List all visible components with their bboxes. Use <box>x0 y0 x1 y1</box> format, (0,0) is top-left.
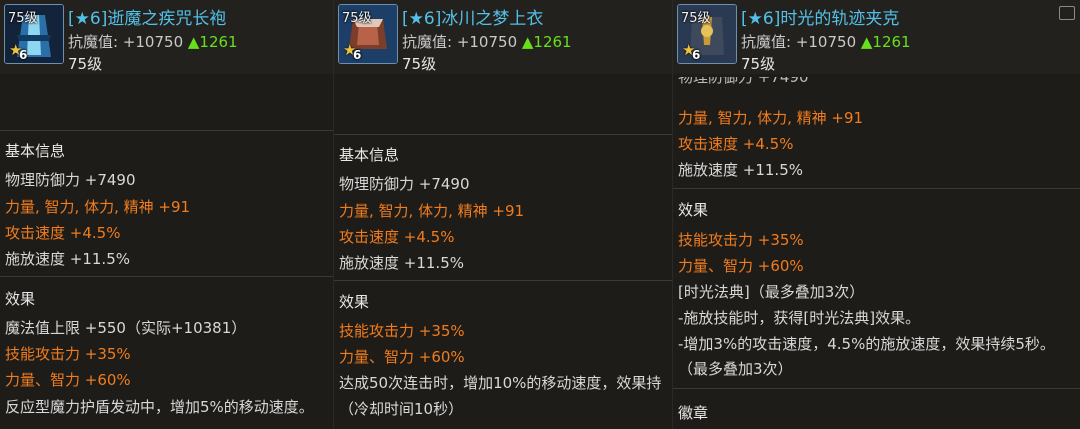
effect-line: 力量、智力 +60% <box>678 257 804 275</box>
resist-line: 抗魔值: +10750 ▲1261 <box>741 31 911 52</box>
resist-label: 抗魔值: +10750 <box>741 33 857 51</box>
star-count: 6 <box>692 48 701 62</box>
star-count: 6 <box>353 48 362 62</box>
section-effect: 效果 <box>678 201 709 219</box>
item-header: 75级 ★ 6 [★6]时光的轨迹夹克 抗魔值: +10750 ▲1261 75… <box>673 0 1080 74</box>
jacket-icon[interactable]: 75级 ★ 6 <box>677 4 737 64</box>
item-title: [★6]冰川之梦上衣 <box>402 9 544 29</box>
stat-line: 物理防御力 +7490 <box>5 171 136 189</box>
resist-up: ▲1261 <box>860 33 911 51</box>
item-title: [★6]时光的轨迹夹克 <box>741 9 900 29</box>
effect-line: （冷却时间10秒） <box>339 400 464 418</box>
section-effect: 效果 <box>339 293 370 311</box>
effect-line: [时光法典]（最多叠加3次） <box>678 283 865 301</box>
stat-line: 施放速度 +11.5% <box>339 254 464 272</box>
section-basic-info: 基本信息 <box>339 146 400 164</box>
stat-line-clipped: 物理防御力 +7490 <box>678 77 809 86</box>
section-effect: 效果 <box>5 290 36 308</box>
level-badge: 75级 <box>681 11 711 26</box>
coat-icon[interactable]: 75级 ★ 6 <box>338 4 398 64</box>
stat-line: 物理防御力 +7490 <box>339 175 470 193</box>
stat-line: 攻击速度 +4.5% <box>678 135 794 153</box>
stat-line: 攻击速度 +4.5% <box>339 228 455 246</box>
divider <box>334 280 673 281</box>
level-badge: 75级 <box>342 11 372 26</box>
effect-line: 技能攻击力 +35% <box>5 345 131 363</box>
item-level: 75级 <box>68 55 103 73</box>
stat-line: 力量, 智力, 体力, 精神 +91 <box>678 109 864 127</box>
effect-line: 反应型魔力护盾发动中，增加5%的移动速度。 <box>5 398 314 416</box>
divider <box>673 388 1080 389</box>
item-tooltip-2: 75级 ★ 6 [★6]冰川之梦上衣 抗魔值: +10750 ▲1261 75级… <box>333 0 673 429</box>
effect-line: -增加3%的攻击速度，4.5%的施放速度，效果持续5秒。 <box>678 335 1055 353</box>
resist-line: 抗魔值: +10750 ▲1261 <box>68 31 238 52</box>
resist-up: ▲1261 <box>521 33 572 51</box>
effect-line: 技能攻击力 +35% <box>678 231 804 249</box>
stat-line: 力量, 智力, 体力, 精神 +91 <box>5 198 191 216</box>
stat-line: 施放速度 +11.5% <box>5 250 130 268</box>
resist-label: 抗魔值: +10750 <box>402 33 518 51</box>
effect-line: 技能攻击力 +35% <box>339 322 465 340</box>
item-title: [★6]逝魔之疾咒长袍 <box>68 9 227 29</box>
effect-line: 力量、智力 +60% <box>5 371 131 389</box>
item-header: 75级 ★ 6 [★6]逝魔之疾咒长袍 抗魔值: +10750 ▲1261 75… <box>0 0 333 74</box>
resist-up: ▲1261 <box>187 33 238 51</box>
resist-line: 抗魔值: +10750 ▲1261 <box>402 31 572 52</box>
effect-line: 力量、智力 +60% <box>339 348 465 366</box>
effect-line: 达成50次连击时，增加10%的移动速度，效果持 <box>339 374 662 392</box>
divider <box>0 276 333 277</box>
robe-icon[interactable]: 75级 ★ 6 <box>4 4 64 64</box>
divider <box>0 130 333 131</box>
item-tooltip-3: 物理防御力 +7490 75级 ★ 6 [★6]时光的轨迹夹克 抗魔值: +10… <box>672 0 1080 429</box>
effect-line: 魔法值上限 +550（实际+10381） <box>5 319 247 337</box>
divider <box>334 134 673 135</box>
divider <box>673 188 1080 189</box>
settings-icon[interactable] <box>1059 6 1075 20</box>
item-header: 75级 ★ 6 [★6]冰川之梦上衣 抗魔值: +10750 ▲1261 75级 <box>334 0 673 74</box>
item-level: 75级 <box>402 55 437 73</box>
item-tooltip-1: 75级 ★ 6 [★6]逝魔之疾咒长袍 抗魔值: +10750 ▲1261 75… <box>0 0 333 429</box>
star-count: 6 <box>19 48 28 62</box>
level-badge: 75级 <box>8 11 38 26</box>
resist-label: 抗魔值: +10750 <box>68 33 184 51</box>
stat-line: 力量, 智力, 体力, 精神 +91 <box>339 202 525 220</box>
effect-line: -施放技能时，获得[时光法典]效果。 <box>678 309 921 327</box>
section-basic-info: 基本信息 <box>5 142 66 160</box>
section-emblem: 徽章 <box>678 404 709 422</box>
effect-line: （最多叠加3次） <box>678 360 793 378</box>
stat-line: 攻击速度 +4.5% <box>5 224 121 242</box>
stat-line: 施放速度 +11.5% <box>678 161 803 179</box>
item-level: 75级 <box>741 55 776 73</box>
